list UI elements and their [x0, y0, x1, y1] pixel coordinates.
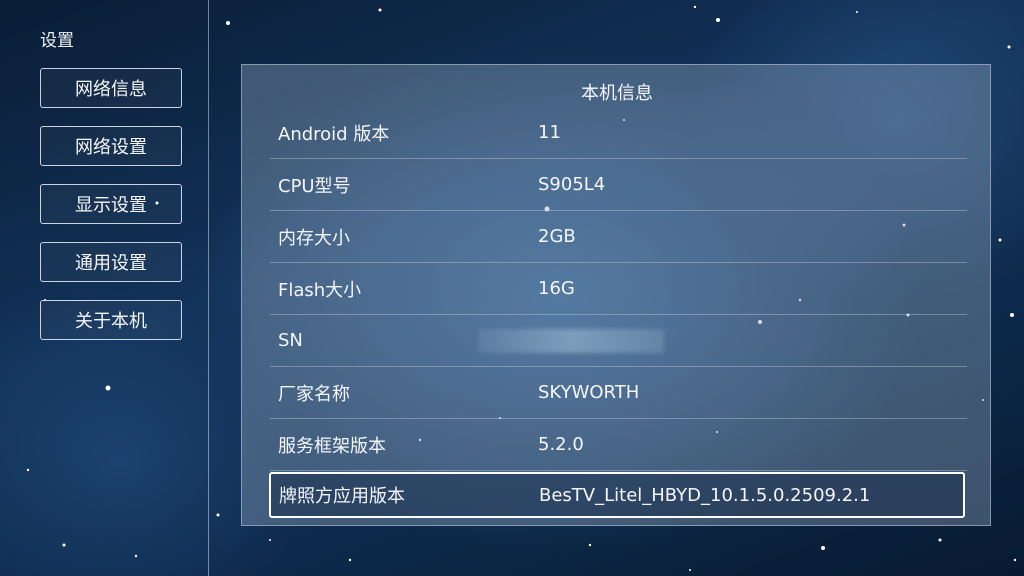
- info-row-serial-number: SN: [270, 315, 967, 367]
- panel-title: 本机信息: [581, 83, 653, 104]
- info-row-cpu-model: CPU型号 S905L4: [270, 159, 967, 211]
- row-value: 2GB: [538, 226, 576, 247]
- info-row-memory-size: 内存大小 2GB: [270, 211, 967, 263]
- info-row-license-app-version[interactable]: 牌照方应用版本 BesTV_Litel_HBYD_10.1.5.0.2509.2…: [269, 472, 965, 518]
- row-label: 服务框架版本: [278, 435, 386, 457]
- menu-general-settings-button[interactable]: 通用设置: [40, 242, 182, 282]
- menu-display-settings-button[interactable]: 显示设置: [40, 184, 182, 224]
- menu-network-info-button[interactable]: 网络信息: [40, 68, 182, 108]
- row-label: CPU型号: [278, 175, 351, 197]
- row-label: Flash大小: [278, 279, 362, 301]
- row-value: SKYWORTH: [538, 382, 640, 403]
- row-value: S905L4: [538, 174, 606, 195]
- row-label: 牌照方应用版本: [279, 486, 405, 507]
- row-value: 16G: [538, 278, 575, 299]
- row-label: 内存大小: [278, 227, 350, 249]
- info-row-flash-size: Flash大小 16G: [270, 263, 967, 315]
- row-label: 厂家名称: [278, 383, 350, 405]
- menu-about-device-button[interactable]: 关于本机: [40, 300, 182, 340]
- info-row-android-version: Android 版本 11: [270, 107, 967, 159]
- info-row-service-framework-version: 服务框架版本 5.2.0: [270, 419, 967, 471]
- sidebar-title: 设置: [40, 31, 74, 51]
- row-value: 5.2.0: [538, 434, 584, 455]
- device-info-panel: 本机信息 Android 版本 11 CPU型号 S905L4 内存大小 2GB…: [241, 64, 991, 526]
- info-row-manufacturer: 厂家名称 SKYWORTH: [270, 367, 967, 419]
- settings-sidebar: 设置 网络信息 网络设置 显示设置 通用设置 关于本机: [0, 0, 209, 576]
- row-value: 11: [538, 122, 561, 143]
- menu-network-settings-button[interactable]: 网络设置: [40, 126, 182, 166]
- row-value: BesTV_Litel_HBYD_10.1.5.0.2509.2.1: [539, 484, 871, 506]
- row-label: Android 版本: [278, 123, 390, 145]
- redacted-serial-number: [478, 328, 664, 353]
